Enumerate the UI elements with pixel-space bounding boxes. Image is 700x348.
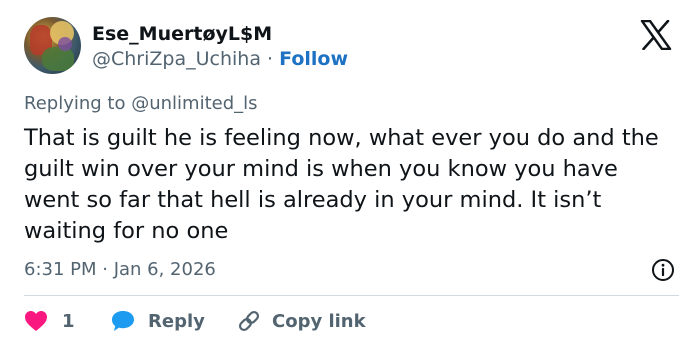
heart-icon bbox=[25, 311, 47, 331]
reply-button[interactable]: Reply bbox=[110, 309, 236, 333]
like-button[interactable]: 1 bbox=[24, 310, 110, 332]
speech-bubble-icon bbox=[112, 311, 134, 331]
copy-link-label: Copy link bbox=[272, 310, 366, 332]
reply-label: Reply bbox=[148, 310, 205, 332]
tweet-timestamp[interactable]: 6:31 PM · Jan 6, 2026 bbox=[24, 258, 216, 282]
link-icon bbox=[238, 310, 260, 332]
reply-context: Replying to @unlimited_ls bbox=[24, 92, 258, 116]
avatar-shape bbox=[58, 37, 72, 51]
reply-mention-link[interactable]: @unlimited_ls bbox=[131, 93, 257, 114]
info-icon[interactable] bbox=[651, 258, 675, 282]
tweet-text: That is guilt he is feeling now, what ev… bbox=[24, 125, 659, 244]
follow-button[interactable]: Follow bbox=[279, 48, 348, 70]
divider bbox=[24, 295, 679, 296]
author-handle[interactable]: @ChriZpa_Uchiha bbox=[92, 48, 261, 70]
avatar-shape bbox=[42, 47, 74, 71]
separator-dot: · bbox=[267, 48, 274, 70]
copy-link-button[interactable]: Copy link bbox=[236, 308, 366, 334]
author-handle-row: @ChriZpa_Uchiha · Follow bbox=[92, 47, 348, 71]
tweet-actions: 1 Reply Copy link bbox=[24, 305, 366, 337]
reply-prefix: Replying to bbox=[24, 93, 126, 114]
author-display-name[interactable]: Ese_MuertøyL$M bbox=[92, 22, 272, 46]
x-logo-icon[interactable] bbox=[640, 20, 672, 50]
like-count: 1 bbox=[62, 310, 75, 332]
avatar[interactable] bbox=[24, 17, 81, 74]
